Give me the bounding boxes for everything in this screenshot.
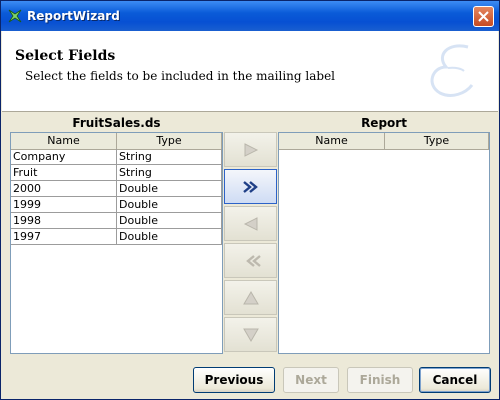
column-header-name[interactable]: Name [11,133,117,149]
report-wizard-window: ReportWizard Select Fields Select the fi… [0,0,500,400]
wizard-header: Select Fields Select the fields to be in… [2,31,498,111]
arrow-up-icon [243,291,259,305]
field-name-cell: 1997 [11,229,117,245]
field-name-cell: Company [11,149,117,165]
field-type-cell: String [117,165,222,181]
wizard-logo-icon [430,44,474,97]
title-bar[interactable]: ReportWizard [1,1,499,31]
move-down-button[interactable] [224,317,277,352]
move-up-button[interactable] [224,280,277,315]
double-chevron-right-icon [243,181,258,193]
arrow-down-icon [243,328,259,342]
header-divider [2,111,498,112]
arrow-left-icon [243,217,258,231]
table-row[interactable]: 2000 Double [11,181,222,197]
source-fields-table[interactable]: Name Type Company String Fruit String 20… [10,132,223,354]
field-name-cell: 1999 [11,197,117,213]
report-fields-table[interactable]: Name Type [278,132,490,354]
report-table-title: Report [361,116,407,130]
table-row[interactable]: 1999 Double [11,197,222,213]
move-left-button[interactable] [224,206,277,241]
report-table-header: Name Type [279,133,489,150]
close-button[interactable] [473,6,494,27]
field-type-cell: String [117,149,222,165]
app-icon [8,9,22,23]
move-all-left-button[interactable] [224,243,277,278]
next-button[interactable]: Next [283,367,339,393]
column-header-type[interactable]: Type [117,133,222,149]
move-right-button[interactable] [224,132,277,167]
source-table-header: Name Type [11,133,222,150]
finish-button[interactable]: Finish [347,367,413,393]
column-header-name[interactable]: Name [279,133,385,149]
field-name-cell: 2000 [11,181,117,197]
field-type-cell: Double [117,213,222,229]
double-chevron-left-icon [246,255,261,267]
source-table-title: FruitSales.ds [72,116,161,130]
table-row[interactable]: 1998 Double [11,213,222,229]
cancel-button[interactable]: Cancel [419,367,491,393]
previous-button[interactable]: Previous [193,367,275,393]
page-title: Select Fields [15,48,116,64]
field-type-cell: Double [117,181,222,197]
table-row[interactable]: 1997 Double [11,229,222,245]
table-row[interactable]: Fruit String [11,165,222,181]
field-type-cell: Double [117,229,222,245]
field-type-cell: Double [117,197,222,213]
field-name-cell: Fruit [11,165,117,181]
arrow-right-icon [244,143,259,157]
page-subtitle: Select the fields to be included in the … [25,69,336,83]
column-header-type[interactable]: Type [385,133,489,149]
field-name-cell: 1998 [11,213,117,229]
window-title: ReportWizard [27,9,120,23]
close-icon [478,11,489,22]
move-all-right-button[interactable] [224,169,277,204]
table-row[interactable]: Company String [11,149,222,165]
